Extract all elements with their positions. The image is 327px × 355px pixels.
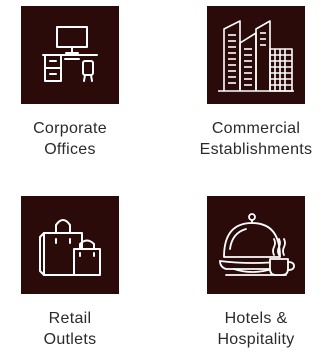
category-label-commercial-establishments: Commercial Establishments — [186, 118, 326, 160]
category-tile-corporate-offices[interactable] — [21, 6, 119, 104]
category-label-line2: Outlets — [43, 331, 97, 348]
category-label-line2: Establishments — [199, 141, 313, 158]
category-card-commercial-establishments[interactable]: Commercial Establishments — [186, 6, 326, 160]
shopping-bags-icon — [39, 219, 101, 276]
category-tile-hotels-hospitality[interactable] — [207, 196, 305, 294]
category-tile-commercial-establishments[interactable] — [207, 6, 305, 104]
category-label-line1: Retail — [48, 310, 92, 327]
category-label-corporate-offices: Corporate Offices — [0, 118, 140, 160]
category-label-line1: Hotels & — [224, 310, 288, 327]
category-label-line2: Offices — [44, 141, 96, 158]
buildings-icon — [218, 20, 294, 92]
category-label-retail-outlets: Retail Outlets — [0, 308, 140, 350]
category-label-line1: Commercial — [211, 120, 301, 137]
category-label-line2: Hospitality — [217, 331, 295, 348]
category-label-hotels-hospitality: Hotels & Hospitality — [186, 308, 326, 350]
category-card-hotels-hospitality[interactable]: Hotels & Hospitality — [186, 196, 326, 350]
category-card-corporate-offices[interactable]: Corporate Offices — [0, 6, 140, 160]
cloche-coffee-icon — [219, 213, 295, 276]
category-label-line1: Corporate — [33, 120, 107, 137]
desk-computer-icon — [42, 26, 98, 82]
category-tile-retail-outlets[interactable] — [21, 196, 119, 294]
category-card-retail-outlets[interactable]: Retail Outlets — [0, 196, 140, 350]
